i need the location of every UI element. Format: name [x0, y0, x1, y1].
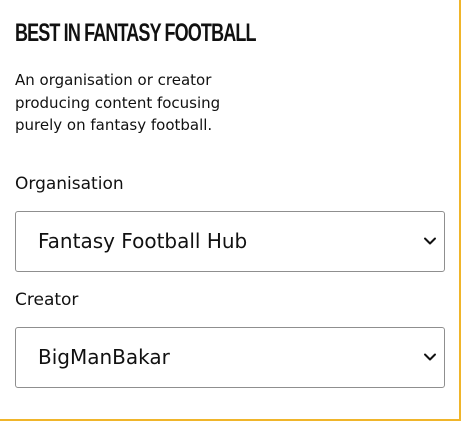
chevron-down-icon — [424, 237, 436, 245]
chevron-down-icon — [424, 353, 436, 361]
organisation-selected-value: Fantasy Football Hub — [38, 229, 248, 253]
organisation-select[interactable]: Fantasy Football Hub — [15, 211, 445, 272]
organisation-label: Organisation — [15, 174, 124, 194]
award-title: Best in Fantasy Football — [15, 19, 256, 47]
creator-label: Creator — [15, 290, 79, 310]
creator-selected-value: BigManBakar — [38, 345, 170, 369]
award-category-card: Best in Fantasy Football An organisation… — [0, 0, 461, 421]
creator-select[interactable]: BigManBakar — [15, 327, 445, 388]
award-description: An organisation or creator producing con… — [15, 71, 221, 134]
